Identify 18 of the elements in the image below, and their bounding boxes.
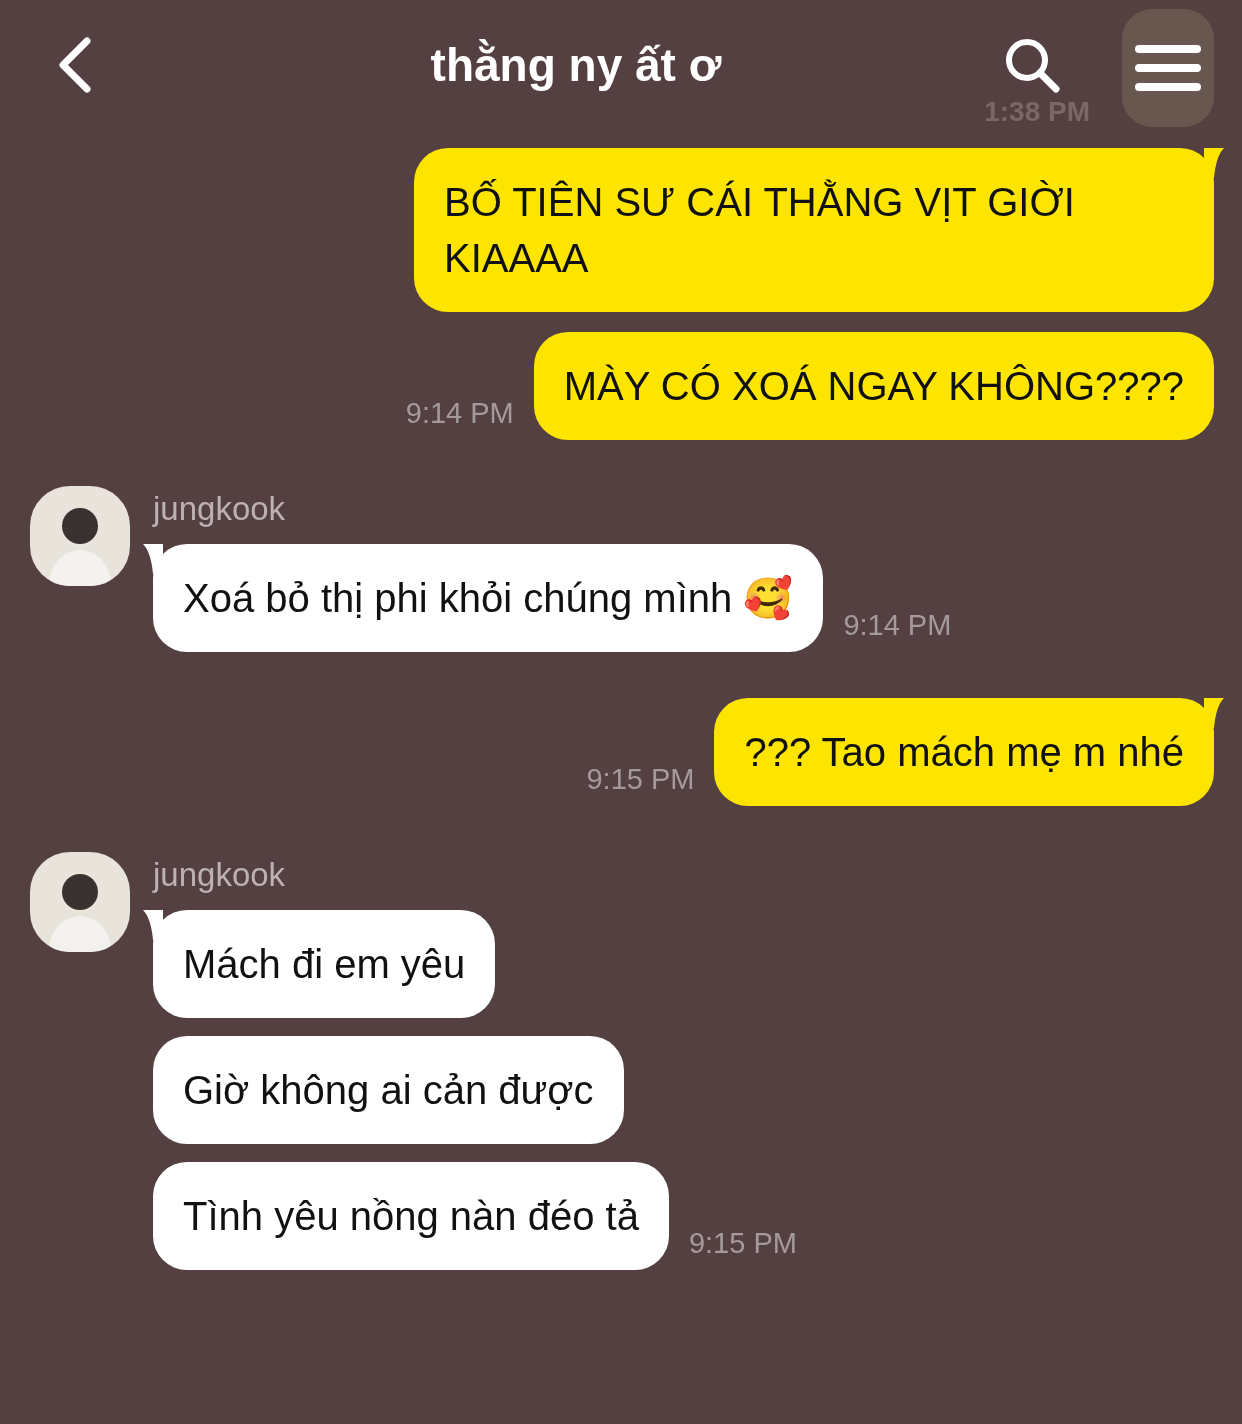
message-bubble: Tình yêu nồng nàn đéo tả xyxy=(153,1162,669,1270)
sender-name: jungkook xyxy=(153,490,286,528)
menu-icon xyxy=(1135,43,1201,93)
message-bubble: Giờ không ai cản được xyxy=(153,1036,624,1144)
sender-name: jungkook xyxy=(153,856,286,894)
message-time: 9:14 PM xyxy=(405,397,514,431)
bubble-tail xyxy=(1204,148,1224,178)
avatar[interactable] xyxy=(30,486,130,586)
message-time: 9:15 PM xyxy=(586,763,695,797)
bubble-tail xyxy=(1204,698,1224,728)
chat-title: thằng ny ất ơ xyxy=(429,38,723,92)
bubble-tail xyxy=(143,910,163,940)
message-bubble: MÀY CÓ XOÁ NGAY KHÔNG???? xyxy=(533,332,1214,440)
message-time: 9:15 PM xyxy=(688,1227,797,1261)
bubble-tail xyxy=(143,544,163,574)
avatar[interactable] xyxy=(30,852,130,952)
menu-button[interactable] xyxy=(1122,9,1214,127)
message-time: 9:14 PM xyxy=(843,609,952,643)
